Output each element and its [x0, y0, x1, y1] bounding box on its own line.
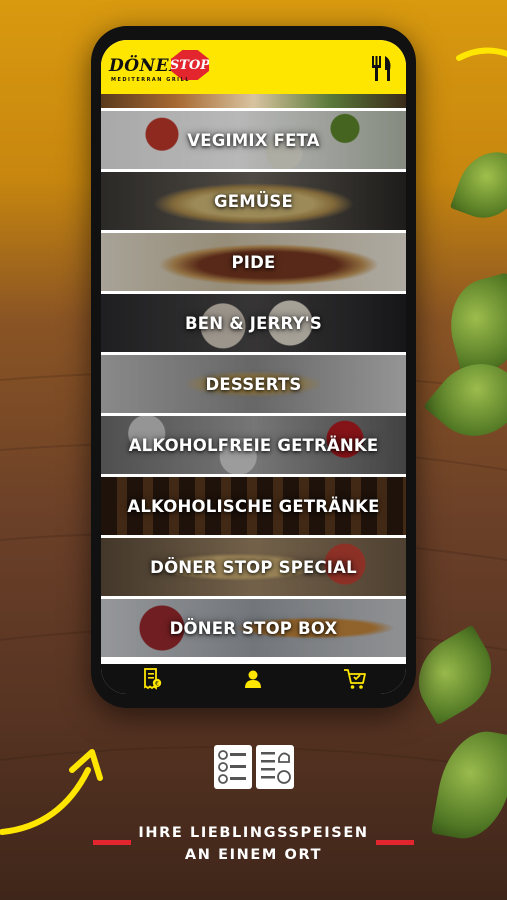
- tagline-line-1: IHRE LIEBLINGSSPEISEN: [138, 825, 369, 841]
- category-list: VEGIMIX FETA GEMÜSE PIDE BEN & JERRY'S D…: [101, 94, 406, 664]
- category-label: BEN & JERRY'S: [185, 313, 322, 333]
- category-ben-jerrys[interactable]: BEN & JERRY'S: [101, 294, 406, 352]
- app-screen: DÖNER STOP MEDITERRAN GRILL VEGIMIX FETA: [101, 40, 406, 694]
- category-pide[interactable]: PIDE: [101, 233, 406, 291]
- app-header: DÖNER STOP MEDITERRAN GRILL: [101, 40, 406, 94]
- nav-account[interactable]: [238, 666, 268, 692]
- category-vegimix-feta[interactable]: VEGIMIX FETA: [101, 111, 406, 169]
- logo[interactable]: DÖNER STOP MEDITERRAN GRILL: [109, 50, 219, 86]
- tagline: IHRE LIEBLINGSSPEISEN AN EINEM ORT: [0, 822, 507, 866]
- category-label: ALKOHOLISCHE GETRÄNKE: [127, 496, 380, 516]
- user-icon: [245, 670, 262, 688]
- category-doener-stop-special[interactable]: DÖNER STOP SPECIAL: [101, 538, 406, 596]
- arrow-curve-icon: [456, 47, 507, 61]
- nav-orders[interactable]: €: [137, 666, 167, 692]
- category-label: DESSERTS: [205, 374, 302, 394]
- category-label: DÖNER STOP SPECIAL: [150, 557, 357, 577]
- category-gemuese[interactable]: GEMÜSE: [101, 172, 406, 230]
- tagline-line-2: AN EINEM ORT: [184, 847, 323, 863]
- svg-text:€: €: [155, 680, 159, 687]
- category-label: DÖNER STOP BOX: [169, 618, 338, 638]
- partial-category-image: [101, 94, 406, 108]
- bottom-navigation: €: [101, 664, 406, 694]
- cart-icon: [344, 669, 367, 689]
- category-alkoholfreie-getraenke[interactable]: ALKOHOLFREIE GETRÄNKE: [101, 416, 406, 474]
- category-label: VEGIMIX FETA: [187, 130, 320, 150]
- nav-cart[interactable]: [340, 666, 370, 692]
- leaf-decoration: [402, 624, 507, 726]
- leaf-decoration: [449, 141, 507, 229]
- phone-mockup: DÖNER STOP MEDITERRAN GRILL VEGIMIX FETA: [91, 26, 416, 708]
- menu-card-icon: [214, 745, 294, 789]
- category-label: ALKOHOLFREIE GETRÄNKE: [128, 435, 379, 455]
- category-label: GEMÜSE: [214, 191, 293, 211]
- category-doener-stop-box[interactable]: DÖNER STOP BOX: [101, 599, 406, 657]
- leaf-decoration: [439, 272, 507, 378]
- category-desserts[interactable]: DESSERTS: [101, 355, 406, 413]
- logo-subtitle: MEDITERRAN GRILL: [111, 77, 190, 83]
- orders-receipt-icon: €: [143, 668, 162, 690]
- cutlery-icon[interactable]: [370, 54, 394, 82]
- category-alkoholische-getraenke[interactable]: ALKOHOLISCHE GETRÄNKE: [101, 477, 406, 535]
- category-label: PIDE: [231, 252, 276, 272]
